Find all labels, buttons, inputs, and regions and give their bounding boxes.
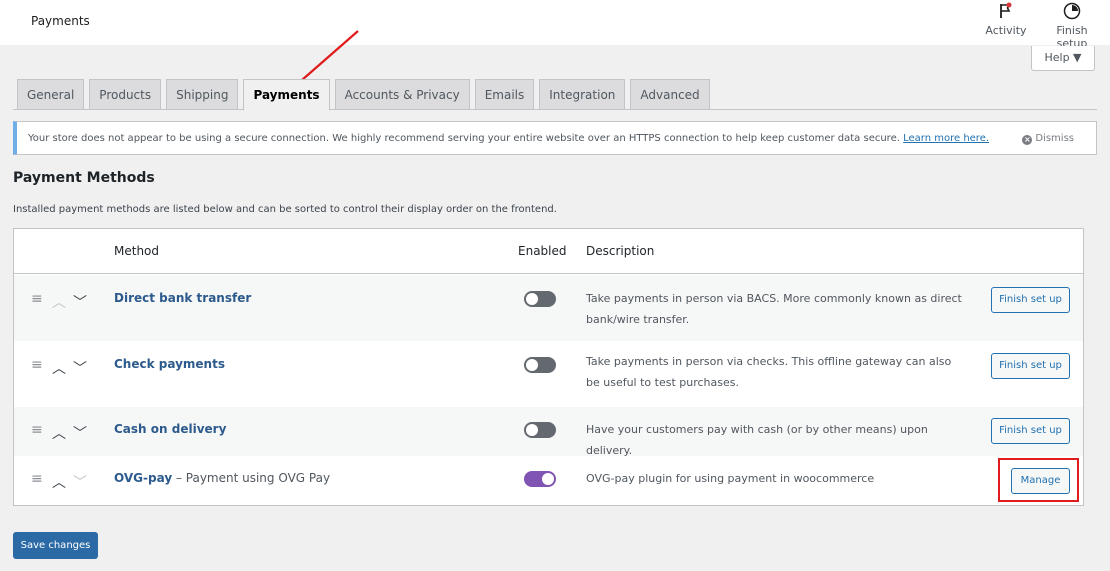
table-row: ≡ ︿ ﹀ Check payments Take payments in pe… xyxy=(14,341,1083,407)
column-enabled: Enabled xyxy=(518,244,567,258)
sort-controls: ≡ ︿ ﹀ xyxy=(31,291,91,311)
enabled-toggle[interactable] xyxy=(524,422,556,438)
notice-dismiss-button[interactable]: × Dismiss xyxy=(1022,122,1074,155)
move-down-icon[interactable]: ﹀ xyxy=(73,292,87,312)
finish-setup-button[interactable]: Finish setup xyxy=(1042,2,1102,50)
close-icon: × xyxy=(1022,135,1033,145)
method-description: Take payments in person via checks. This… xyxy=(586,355,952,389)
drag-handle-icon[interactable]: ≡ xyxy=(31,471,43,487)
activity-label: Activity xyxy=(985,24,1027,37)
highlight-box xyxy=(998,458,1079,502)
column-description: Description xyxy=(586,244,655,258)
method-description: Have your customers pay with cash (or by… xyxy=(586,423,928,457)
tab-advanced[interactable]: Advanced xyxy=(630,79,710,110)
tab-products[interactable]: Products xyxy=(89,79,162,110)
table-row: ≡ ︿ ﹀ OVG-pay – Payment using OVG Pay OV… xyxy=(14,456,1083,506)
move-down-icon[interactable]: ﹀ xyxy=(73,423,87,443)
sort-controls: ≡ ︿ ﹀ xyxy=(31,471,91,491)
drag-handle-icon[interactable]: ≡ xyxy=(31,422,43,438)
table-header: Method Enabled Description xyxy=(14,229,1083,274)
payment-methods-table: Method Enabled Description ≡ ︿ ﹀ Direct … xyxy=(13,228,1084,506)
method-description: Take payments in person via BACS. More c… xyxy=(586,292,962,326)
section-intro: Installed payment methods are listed bel… xyxy=(13,204,557,215)
dismiss-label: Dismiss xyxy=(1035,133,1074,144)
help-button[interactable]: Help ▼ xyxy=(1031,46,1095,71)
method-name-link[interactable]: Check payments xyxy=(114,357,225,371)
notice-text: Your store does not appear to be using a… xyxy=(28,133,900,144)
tab-emails[interactable]: Emails xyxy=(474,79,535,110)
method-name-link[interactable]: Direct bank transfer xyxy=(114,291,251,305)
move-down-icon[interactable]: ﹀ xyxy=(73,472,87,492)
sort-controls: ≡ ︿ ﹀ xyxy=(31,357,91,377)
flag-icon xyxy=(1000,2,1012,18)
method-name-link[interactable]: OVG-pay – Payment using OVG Pay xyxy=(114,471,330,485)
https-notice: Your store does not appear to be using a… xyxy=(13,121,1097,155)
save-changes-button[interactable]: Save changes xyxy=(13,532,98,559)
tab-shipping[interactable]: Shipping xyxy=(166,79,239,110)
section-title: Payment Methods xyxy=(13,170,155,186)
tab-payments[interactable]: Payments xyxy=(243,79,330,111)
move-down-icon[interactable]: ﹀ xyxy=(73,358,87,378)
drag-handle-icon[interactable]: ≡ xyxy=(31,291,43,307)
move-up-icon[interactable]: ︿ xyxy=(52,472,66,492)
column-method: Method xyxy=(114,244,160,258)
enabled-toggle[interactable] xyxy=(524,291,556,307)
table-row: ≡ ︿ ﹀ Cash on delivery Have your custome… xyxy=(14,407,1083,457)
table-row: ≡ ︿ ﹀ Direct bank transfer Take payments… xyxy=(14,275,1083,341)
page-title: Payments xyxy=(31,14,90,28)
move-up-icon[interactable]: ︿ xyxy=(52,423,66,443)
move-up-icon[interactable]: ︿ xyxy=(52,358,66,378)
notice-learn-more-link[interactable]: Learn more here. xyxy=(903,133,989,144)
finish-setup-method-button[interactable]: Finish set up xyxy=(991,418,1070,444)
finish-setup-method-button[interactable]: Finish set up xyxy=(991,287,1070,313)
enabled-toggle[interactable] xyxy=(524,471,556,487)
activity-button[interactable]: Activity xyxy=(976,2,1036,37)
drag-handle-icon[interactable]: ≡ xyxy=(31,357,43,373)
move-up-icon[interactable]: ︿ xyxy=(52,292,66,312)
top-header: Payments Activity Finish setup xyxy=(0,0,1110,50)
method-name-link[interactable]: Cash on delivery xyxy=(114,422,226,436)
finish-setup-method-button[interactable]: Finish set up xyxy=(991,353,1070,379)
tab-integration[interactable]: Integration xyxy=(539,79,626,110)
progress-circle-icon xyxy=(1063,2,1081,20)
method-description: OVG-pay plugin for using payment in wooc… xyxy=(586,472,875,485)
enabled-toggle[interactable] xyxy=(524,357,556,373)
tab-general[interactable]: General xyxy=(17,79,85,110)
sort-controls: ≡ ︿ ﹀ xyxy=(31,422,91,442)
